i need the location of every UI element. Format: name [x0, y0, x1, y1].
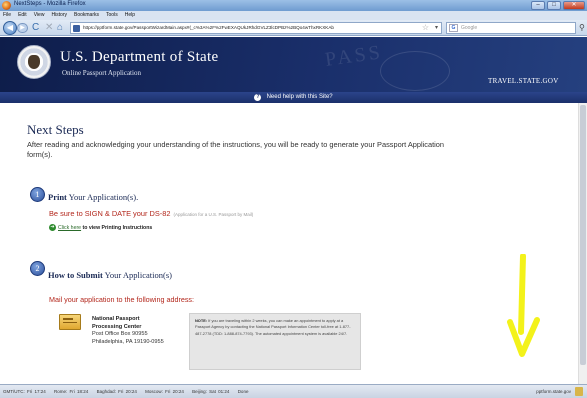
url-bar[interactable]: https://pptform.state.gov/PassportWizard…: [70, 22, 442, 34]
menu-edit[interactable]: Edit: [18, 11, 27, 20]
state-department-seal-icon: [17, 45, 51, 79]
home-icon[interactable]: ⌂: [57, 22, 63, 33]
navigation-toolbar: ◀ ▶ C ✕ ⌂ https://pptform.state.gov/Pass…: [0, 20, 587, 36]
passport-watermark: PASS: [323, 41, 385, 71]
help-icon[interactable]: ?: [254, 94, 262, 101]
sign-date-note: (Application for a U.S. Passport by Mail…: [173, 212, 254, 217]
help-bar: ? Need help with this Site?: [0, 92, 587, 103]
window-title: NextSteps - Mozilla Firefox: [14, 1, 86, 7]
menu-file[interactable]: File: [3, 11, 11, 20]
scrollbar-thumb[interactable]: [580, 105, 586, 365]
lock-icon[interactable]: [575, 387, 583, 396]
department-title[interactable]: U.S. Department of State: [60, 49, 218, 66]
mail-instruction: Mail your application to the following a…: [49, 295, 195, 304]
notice-label: NOTE:: [195, 318, 208, 323]
step-1-heading-bold: Print: [48, 192, 67, 202]
back-button[interactable]: ◀: [3, 21, 17, 35]
menu-tools[interactable]: Tools: [106, 11, 118, 20]
minimize-button[interactable]: –: [531, 1, 545, 10]
address-org-line-2: Processing Center: [92, 323, 142, 330]
step-1-heading-rest: Your Application(s).: [66, 192, 139, 202]
clock-moscow: Moscow: Fri 20:24: [145, 389, 184, 394]
globe-watermark-icon: [380, 51, 450, 91]
step-1-badge: 1: [30, 187, 45, 202]
close-window-button[interactable]: ✕: [563, 1, 585, 10]
travel-notice-box: NOTE: If you are traveling within 2 week…: [189, 313, 361, 370]
firefox-logo-icon: [2, 1, 11, 10]
menu-history[interactable]: History: [51, 11, 67, 20]
print-instructions-row: ➜ Click here to view Printing Instruction…: [49, 224, 152, 231]
title-bar: NextSteps - Mozilla Firefox – □ ✕: [0, 0, 587, 11]
clock-baghdad: Baghdad: Fri 20:24: [96, 389, 137, 394]
step-2-heading-bold: How to Submit: [48, 270, 103, 280]
address-line-2: Philadelphia, PA 19190-0955: [92, 338, 164, 345]
world-clocks: GMT/UTC: Fri 17:24 Rome: Fri 18:24 Baghd…: [3, 389, 254, 394]
step-2-badge: 2: [30, 261, 45, 276]
mailing-address: National Passport Processing Center Post…: [92, 316, 164, 346]
window-controls: – □ ✕: [531, 1, 585, 10]
menu-bar: File Edit View History Bookmarks Tools H…: [0, 11, 587, 20]
status-host: pptform.state.gov: [536, 389, 571, 394]
travel-state-gov-link[interactable]: TRAVEL.STATE.GOV: [488, 77, 559, 85]
menu-bookmarks[interactable]: Bookmarks: [74, 11, 99, 20]
stop-icon[interactable]: ✕: [45, 22, 53, 33]
bookmark-star-icon[interactable]: ☆: [422, 23, 429, 33]
url-dropdown-icon[interactable]: ▾: [435, 23, 438, 33]
arrow-circle-icon: ➜: [49, 224, 56, 231]
vertical-scrollbar[interactable]: [578, 103, 587, 384]
application-subtitle: Online Passport Application: [62, 69, 141, 77]
print-instructions-link[interactable]: Click here: [58, 225, 81, 231]
clock-gmt: GMT/UTC: Fri 17:24: [3, 389, 46, 394]
clock-beijing: Beijing: Sat 01:24: [192, 389, 230, 394]
maximize-button[interactable]: □: [547, 1, 561, 10]
google-icon[interactable]: G: [449, 24, 458, 32]
help-link[interactable]: Need help with this Site?: [267, 94, 333, 100]
sign-date-instruction: Be sure to SIGN & DATE your DS-82 (Applic…: [49, 209, 253, 218]
step-1-heading: Print Your Application(s).: [48, 192, 138, 202]
url-text: https://pptform.state.gov/PassportWizard…: [83, 25, 334, 30]
site-favicon-icon: [73, 25, 80, 32]
page-content: Next Steps After reading and acknowledgi…: [0, 103, 578, 384]
search-placeholder: Google: [461, 25, 478, 31]
site-banner: U.S. Department of State Online Passport…: [0, 37, 587, 92]
step-2-heading: How to Submit Your Application(s): [48, 270, 172, 280]
status-bar: GMT/UTC: Fri 17:24 Rome: Fri 18:24 Baghd…: [0, 384, 587, 398]
address-org-line-1: National Passport: [92, 316, 140, 322]
envelope-stripe: [63, 322, 77, 323]
envelope-stripe: [63, 318, 73, 320]
step-2-heading-rest: Your Application(s): [102, 270, 172, 280]
page-title: Next Steps: [27, 122, 84, 137]
search-magnifier-icon[interactable]: ⚲: [579, 23, 585, 32]
reload-icon[interactable]: C: [32, 22, 39, 33]
sign-date-text: Be sure to SIGN & DATE your DS-82: [49, 209, 171, 218]
yellow-down-arrow-annotation: [507, 254, 540, 357]
address-line-1: Post Office Box 90955: [92, 331, 148, 337]
search-bar[interactable]: G Google: [446, 22, 576, 34]
intro-text: After reading and acknowledging your und…: [27, 140, 445, 159]
clock-rome: Rome: Fri 18:24: [54, 389, 89, 394]
print-instructions-text: to view Printing Instructions: [81, 224, 153, 231]
eagle-emblem: [28, 55, 40, 69]
load-status: Done: [237, 389, 249, 394]
menu-help[interactable]: Help: [125, 11, 135, 20]
menu-view[interactable]: View: [34, 11, 45, 20]
forward-button[interactable]: ▶: [17, 23, 28, 33]
envelope-icon: [59, 314, 81, 330]
notice-text: If you are traveling within 2 weeks, you…: [195, 318, 351, 336]
